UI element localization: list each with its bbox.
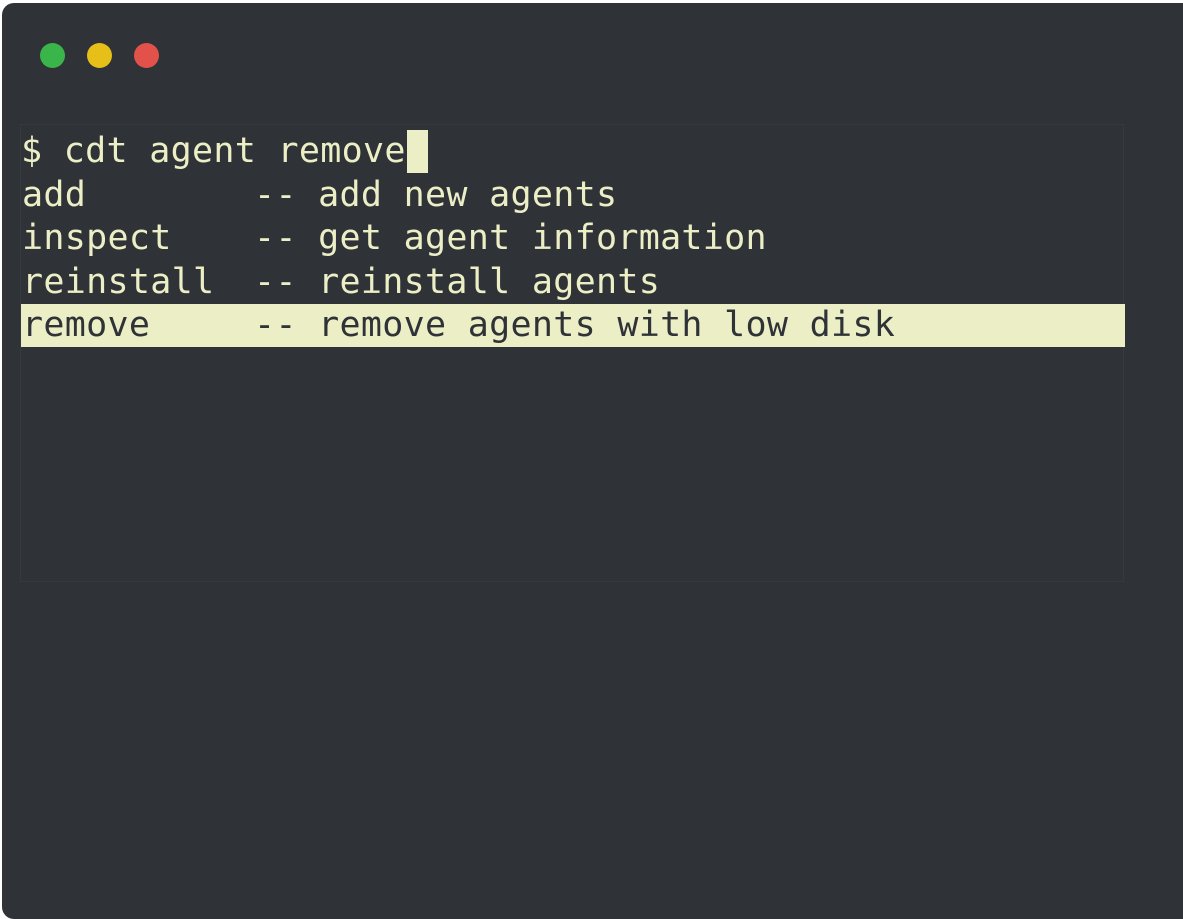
text-cursor [406,130,428,173]
completion-command: reinstall [22,262,215,302]
terminal-pane[interactable]: $ cdt agent remove add -- add new agents i… [20,124,1125,582]
completion-command: inspect [22,218,172,258]
completion-description: -- get agent information [254,218,767,258]
maximize-button[interactable] [40,43,65,68]
prompt-line[interactable]: $ cdt agent remove [21,130,428,173]
completion-command: remove [22,305,151,345]
completion-item-selected[interactable]: remove -- remove agents with low disk [21,304,1125,347]
terminal-window: $ cdt agent remove add -- add new agents i… [2,3,1183,919]
close-button[interactable] [134,43,159,68]
window-controls [40,43,159,68]
completion-item[interactable]: add -- add new agents [21,174,1125,217]
completion-item[interactable]: inspect -- get agent information [21,217,1125,260]
completion-description: -- add new agents [254,175,618,215]
minimize-button[interactable] [87,43,112,68]
completion-description: -- remove agents with low disk [254,305,896,345]
prompt-text: $ cdt agent remove [21,131,406,171]
completion-item[interactable]: reinstall -- reinstall agents [21,261,1125,304]
completion-command: add [22,175,87,215]
completion-description: -- reinstall agents [254,262,661,302]
